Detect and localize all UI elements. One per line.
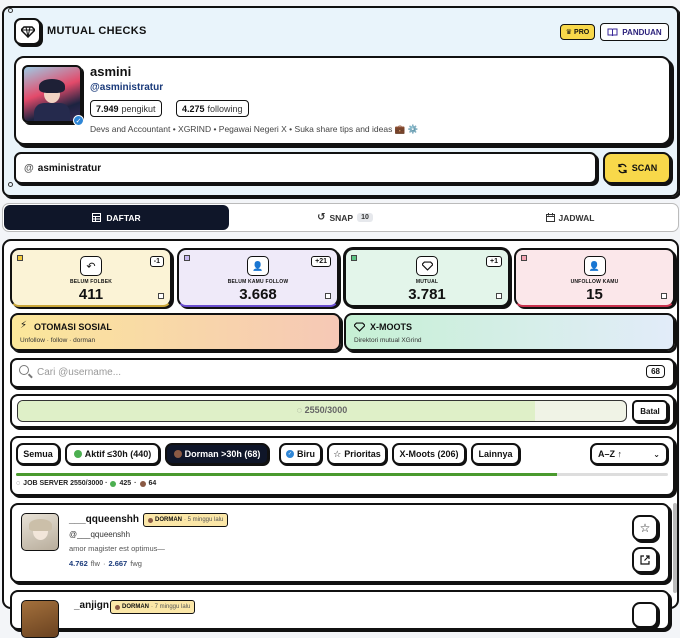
avatar[interactable] <box>21 600 59 638</box>
filter-aktif[interactable]: Aktif ≤30h (440) <box>65 443 160 465</box>
status-badge: DORMAN · 5 minggu lalu <box>143 513 229 527</box>
filter-x-moots[interactable]: X-Moots (206) <box>392 443 466 465</box>
dormant-dot <box>173 450 182 458</box>
user-minus-icon: 👤 <box>583 256 606 276</box>
user-bio: amor magister est optimus— <box>69 544 165 553</box>
username-filter-input[interactable]: Cari @username... 68 <box>10 358 675 388</box>
external-link-icon <box>640 555 650 565</box>
verified-check-icon: ✓ <box>73 115 84 126</box>
dormant-dot <box>139 480 146 487</box>
result-count-badge: 68 <box>646 365 665 378</box>
user-username[interactable]: ___qqueenshh <box>69 514 139 525</box>
profile-name: asmini <box>90 64 132 79</box>
refresh-icon <box>618 163 627 173</box>
stat-card-belum-kamu-follow[interactable]: 👤 BELUM KAMU FOLLOW 3.668 +21 <box>177 248 339 307</box>
tab-jadwal[interactable]: JADWAL <box>530 205 610 230</box>
loading-icon: ◌ <box>296 405 303 415</box>
loading-icon: ◌ <box>16 480 21 487</box>
filter-dorman[interactable]: Dorman >30h (68) <box>165 443 269 465</box>
user-stats: 4.762 flw · 2.667 fwg <box>69 559 142 568</box>
corner-mark <box>8 8 13 13</box>
user-card[interactable]: ___qqueenshh DORMAN · 5 minggu lalu @___… <box>10 503 670 583</box>
scan-progress-label: ◌ 2550/3000 <box>296 405 348 415</box>
avatar[interactable] <box>22 65 82 123</box>
verified-badge-icon: ✓ <box>286 450 294 458</box>
diamond-icon <box>354 322 365 332</box>
stat-card-belum-folbek[interactable]: ↶ BELUM FOLBEK 411 -1 <box>10 248 172 307</box>
diamond-icon <box>20 25 35 38</box>
tab-snap[interactable]: ↺ SNAP 10 <box>300 205 390 230</box>
star-icon: ☆ <box>639 521 651 535</box>
search-icon-handle <box>28 373 33 379</box>
star-button[interactable]: ☆ <box>632 515 658 541</box>
profile-bio: Devs and Accountant • XGRIND • Pegawai N… <box>90 124 419 134</box>
cancel-button[interactable]: Batal <box>632 400 668 422</box>
guide-button[interactable]: PANDUAN <box>600 23 669 41</box>
job-progress-fill <box>16 473 558 476</box>
scan-progress-track: ◌ 2550/3000 <box>17 400 627 422</box>
username-input[interactable]: @ asministratur <box>14 152 597 184</box>
snap-count-badge: 10 <box>357 213 373 222</box>
open-profile-button[interactable] <box>632 547 658 573</box>
user-card[interactable]: _anjign DORMAN · 7 minggu lalu <box>10 590 670 638</box>
undo-icon: ↶ <box>80 256 102 276</box>
followers-pill: 7.949 pengikut <box>90 100 162 117</box>
star-button[interactable] <box>632 602 658 628</box>
history-icon: ↺ <box>317 212 326 223</box>
filter-semua[interactable]: Semua <box>16 443 60 465</box>
at-prefix: @ <box>24 162 34 174</box>
calendar-icon <box>545 213 555 222</box>
active-dot <box>110 480 117 487</box>
user-handle: @___qqueenshh <box>69 530 131 539</box>
active-dot <box>73 450 82 458</box>
pro-badge[interactable]: ♛ PRO <box>560 24 595 40</box>
user-username[interactable]: _anjign <box>74 600 109 611</box>
stat-card-unfollow-kamu[interactable]: 👤 UNFOLLOW KAMU 15 <box>514 248 675 307</box>
user-plus-icon: 👤 <box>247 256 269 276</box>
filter-lainnya[interactable]: Lainnya <box>471 443 520 465</box>
profile-handle: @asministratur <box>90 82 164 93</box>
feature-otomasi-sosial[interactable]: ⚡ OTOMASI SOSIAL Unfollow · follow · dor… <box>10 313 341 351</box>
scan-button[interactable]: SCAN <box>603 152 671 184</box>
lightning-icon: ⚡ <box>20 320 28 331</box>
username-value: asministratur <box>37 162 102 174</box>
tab-daftar[interactable]: DAFTAR <box>4 205 229 230</box>
sort-select[interactable]: A–Z ↑ ⌄ <box>590 443 668 465</box>
dormant-dot <box>148 517 153 523</box>
filter-prioritas[interactable]: ☆ Prioritas <box>327 443 387 465</box>
job-progress-track <box>16 473 668 476</box>
filter-biru[interactable]: ✓ Biru <box>279 443 322 465</box>
status-badge: DORMAN · 7 minggu lalu <box>110 600 196 614</box>
scrollbar-thumb[interactable] <box>673 503 677 593</box>
star-icon: ☆ <box>333 448 342 459</box>
avatar[interactable] <box>21 513 59 551</box>
table-icon <box>92 213 102 222</box>
book-icon <box>607 28 618 36</box>
stat-card-mutual[interactable]: MUTUAL 3.781 +1 <box>344 248 510 307</box>
chevron-down-icon: ⌄ <box>653 449 660 459</box>
avatar-body <box>34 103 70 121</box>
diamond-icon <box>416 256 438 276</box>
job-status: ◌ JOB SERVER 2550/3000 · 425 · 64 <box>16 480 157 487</box>
corner-mark <box>8 182 13 187</box>
app-title: MUTUAL CHECKS <box>47 25 147 37</box>
following-pill: 4.275 following <box>176 100 249 117</box>
crown-icon: ♛ <box>565 29 573 36</box>
app-logo <box>14 18 41 45</box>
avatar-hair <box>39 79 65 93</box>
feature-x-moots[interactable]: X-MOOTS Direktori mutual XGrind <box>344 313 675 351</box>
